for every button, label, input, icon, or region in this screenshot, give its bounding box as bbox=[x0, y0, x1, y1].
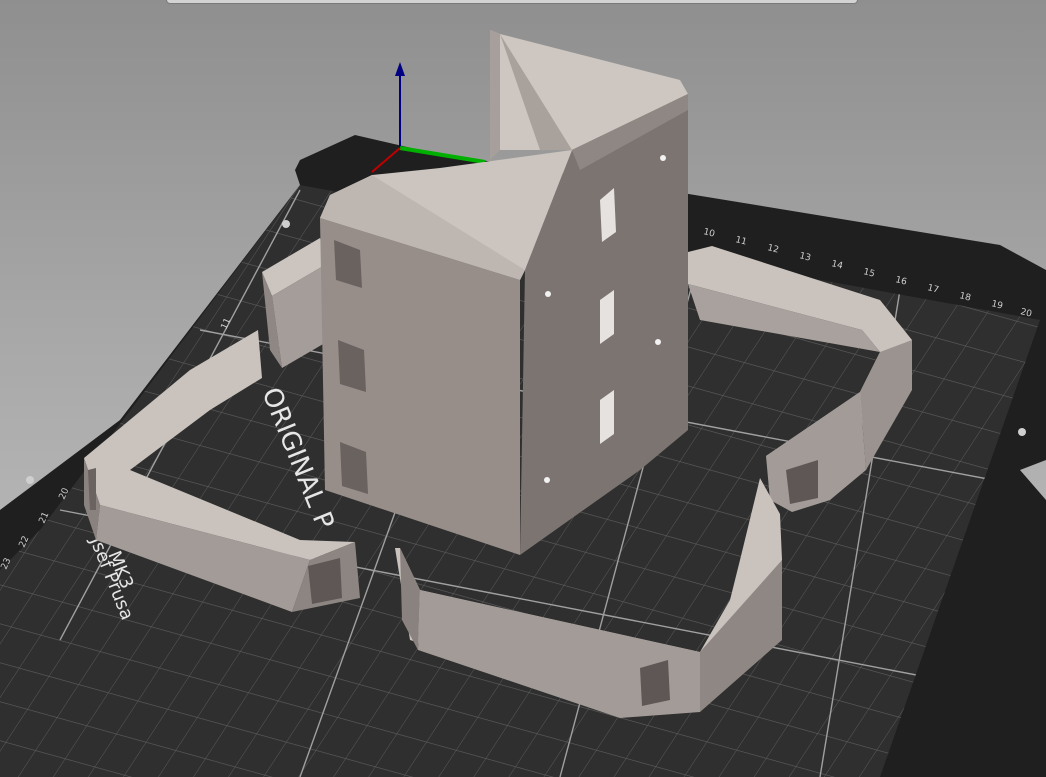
screw-hole bbox=[545, 291, 551, 297]
screw-hole bbox=[544, 477, 550, 483]
3d-viewport[interactable]: ORIGINAL P MK3 Jsef Prusa 10 11 12 13 14… bbox=[0, 0, 1046, 777]
scene[interactable]: ORIGINAL P MK3 Jsef Prusa 10 11 12 13 14… bbox=[0, 0, 1046, 777]
screw-hole bbox=[660, 155, 666, 161]
screw-hole bbox=[655, 339, 661, 345]
bed-hole bbox=[26, 476, 34, 484]
bed-hole bbox=[282, 220, 290, 228]
bed-hole bbox=[1018, 428, 1026, 436]
